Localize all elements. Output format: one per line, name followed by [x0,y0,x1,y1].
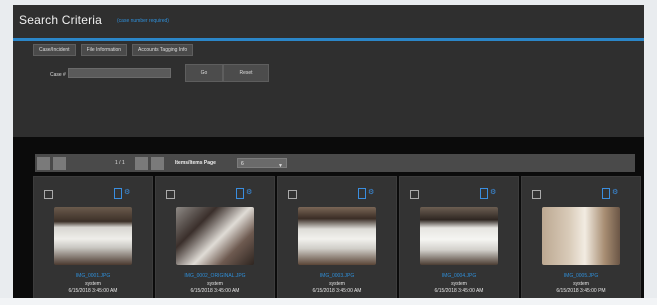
next-page-button[interactable] [135,157,148,170]
items-per-page-select[interactable]: 6 ▼ [237,158,287,169]
page-indicator: 1 / 1 [115,160,125,166]
card-owner: system [207,281,223,287]
page-bottom-edge [0,298,657,305]
case-number-label: Case # [50,72,66,78]
card-date: 6/15/2018 3:45:00 AM [68,288,118,294]
options-icon[interactable]: ⚙ [612,188,618,196]
card-owner: system [451,281,467,287]
card-date: 6/15/2018 3:45:00 AM [312,288,362,294]
card-date: 6/15/2018 3:45:00 AM [434,288,484,294]
items-per-page-value: 6 [241,161,244,167]
card-filename[interactable]: IMG_0001.JPG [34,273,152,279]
checkbox-icon[interactable] [410,190,419,199]
checkbox-icon[interactable] [532,190,541,199]
thumbnail-image[interactable] [176,207,254,265]
card-filename[interactable]: IMG_0005.JPG [522,273,640,279]
reset-button[interactable]: Reset [223,64,269,82]
card-date: 6/15/2018 3:45:00 AM [190,288,240,294]
result-card[interactable]: ⚙ IMG_0002_ORIGINAL.JPG system 6/15/2018… [155,176,275,305]
card-owner: system [85,281,101,287]
result-card[interactable]: ⚙ IMG_0004.JPG system 6/15/2018 3:45:00 … [399,176,519,305]
last-page-button[interactable] [151,157,164,170]
go-button[interactable]: Go [185,64,223,82]
page-subtitle: (case number required) [117,18,169,24]
options-icon[interactable]: ⚙ [246,188,252,196]
tab-file-information[interactable]: File Information [80,44,128,56]
checkbox-icon[interactable] [44,190,53,199]
results-toolbar: 1 / 1 Items/Items Page 6 ▼ [35,154,635,172]
thumbnail-image[interactable] [420,207,498,265]
result-card[interactable]: ⚙ IMG_0005.JPG system 6/15/2018 3:45:00 … [521,176,641,305]
checkbox-icon[interactable] [166,190,175,199]
thumbnail-image[interactable] [54,207,132,265]
criteria-tabs: Case/Incident File Information Accounts … [33,44,194,56]
copy-icon[interactable] [358,188,366,199]
card-date: 6/15/2018 3:45:00 PM [556,288,606,294]
first-page-button[interactable] [37,157,50,170]
items-per-page-label: Items/Items Page [175,160,216,166]
options-icon[interactable]: ⚙ [124,188,130,196]
previous-page-button[interactable] [53,157,66,170]
case-number-input[interactable] [68,68,171,78]
chevron-down-icon: ▼ [278,163,283,169]
page-title: Search Criteria [19,13,103,27]
checkbox-icon[interactable] [288,190,297,199]
copy-icon[interactable] [602,188,610,199]
copy-icon[interactable] [236,188,244,199]
card-filename[interactable]: IMG_0003.JPG [278,273,396,279]
thumbnail-image[interactable] [542,207,620,265]
search-window: Search Criteria (case number required) C… [13,5,644,305]
card-owner: system [573,281,589,287]
result-card[interactable]: ⚙ IMG_0003.JPG system 6/15/2018 3:45:00 … [277,176,397,305]
result-card[interactable]: ⚙ IMG_0001.JPG system 6/15/2018 3:45:00 … [33,176,153,305]
tab-accounts-tagging[interactable]: Accounts Tagging Info [132,44,194,56]
options-icon[interactable]: ⚙ [490,188,496,196]
card-filename[interactable]: IMG_0004.JPG [400,273,518,279]
card-filename[interactable]: IMG_0002_ORIGINAL.JPG [156,273,274,279]
options-icon[interactable]: ⚙ [368,188,374,196]
thumbnail-image[interactable] [298,207,376,265]
copy-icon[interactable] [480,188,488,199]
card-owner: system [329,281,345,287]
tab-case-incident[interactable]: Case/Incident [33,44,76,56]
title-divider [13,38,644,41]
copy-icon[interactable] [114,188,122,199]
